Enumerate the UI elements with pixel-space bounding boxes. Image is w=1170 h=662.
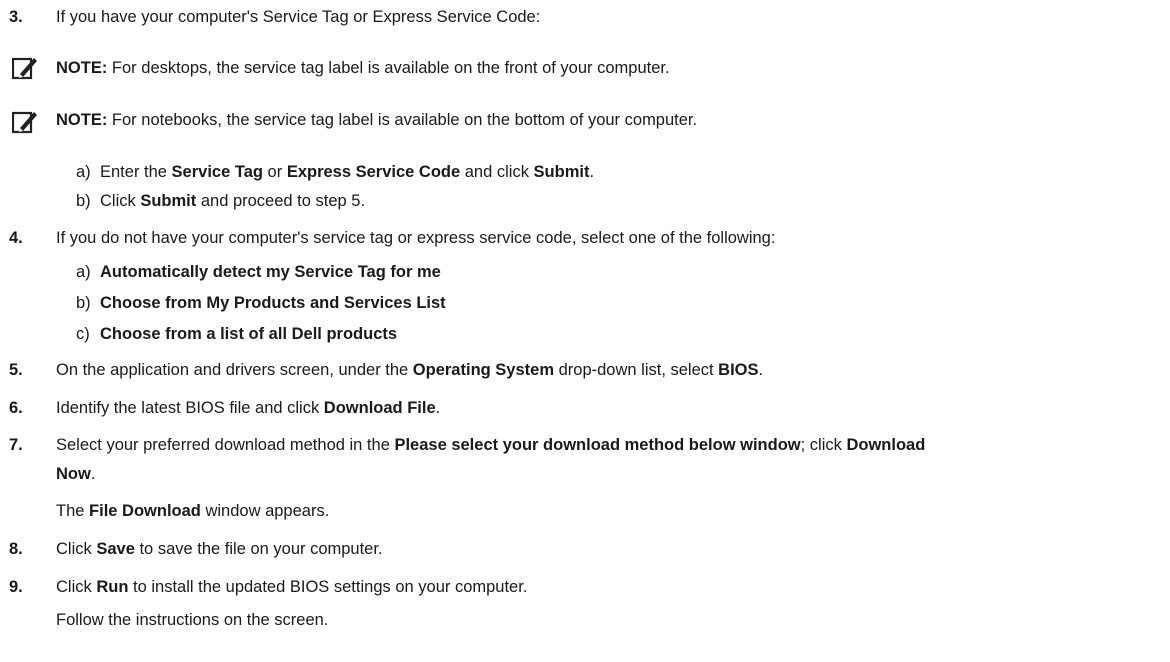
substep-4b: Choose from My Products and Services Lis…	[100, 293, 446, 313]
text: .	[90, 465, 96, 483]
step-number: 5.	[9, 361, 23, 379]
bold-term: Download File	[323, 399, 436, 417]
step-7-result: The File Download window appears.	[56, 501, 329, 521]
bold-term: Save	[96, 540, 135, 558]
text: The	[56, 502, 90, 520]
text: and click	[460, 163, 534, 181]
note-desktops: NOTE: For desktops, the service tag labe…	[56, 58, 670, 78]
note-text: For desktops, the service tag label is a…	[107, 59, 670, 77]
note-notebooks: NOTE: For notebooks, the service tag lab…	[56, 110, 697, 130]
text: Click	[56, 540, 97, 558]
note-label: NOTE:	[56, 111, 108, 129]
step-number: 8.	[9, 540, 23, 558]
bold-term: Service Tag	[171, 163, 263, 181]
bold-term: Run	[96, 578, 129, 596]
text: ; click	[800, 436, 847, 454]
step-number: 7.	[9, 436, 23, 454]
step-number: 4.	[9, 229, 23, 247]
substep-3a: Enter the Service Tag or Express Service…	[100, 162, 594, 182]
bold-term: Download	[846, 436, 926, 454]
step-9-text: Click Run to install the updated BIOS se…	[56, 577, 527, 597]
note-text: For notebooks, the service tag label is …	[107, 111, 698, 129]
step-7-text-cont: Now.	[56, 464, 95, 484]
substep-3b: Click Submit and proceed to step 5.	[100, 191, 365, 211]
bold-term: Choose from My Products and Services Lis…	[100, 294, 446, 312]
note-pencil-icon	[12, 111, 37, 134]
step-number: 6.	[9, 399, 23, 417]
step-5-text: On the application and drivers screen, u…	[56, 360, 763, 380]
bold-term: Now	[56, 465, 91, 483]
step-number: 9.	[9, 578, 23, 596]
bold-term: Express Service Code	[286, 163, 461, 181]
text: to save the file on your computer.	[134, 540, 383, 558]
text: Identify the latest BIOS file and click	[56, 399, 324, 417]
substep-label: a)	[76, 163, 91, 181]
substep-label: b)	[76, 294, 91, 312]
text: and proceed to step 5.	[196, 192, 366, 210]
text: to install the updated BIOS settings on …	[128, 578, 528, 596]
bold-term: BIOS	[718, 361, 759, 379]
text: Enter the	[100, 163, 172, 181]
text: .	[589, 163, 595, 181]
bold-term: File Download	[89, 502, 201, 520]
substep-4c: Choose from a list of all Dell products	[100, 324, 397, 344]
substep-label: b)	[76, 192, 91, 210]
step-4-text: If you do not have your computer's servi…	[56, 229, 776, 247]
text: On the application and drivers screen, u…	[56, 361, 413, 379]
text: Click	[100, 192, 141, 210]
bold-term: Submit	[533, 163, 590, 181]
step-6-text: Identify the latest BIOS file and click …	[56, 398, 440, 418]
text: window appears.	[200, 502, 330, 520]
note-label: NOTE:	[56, 59, 108, 77]
bold-term: Automatically detect my Service Tag for …	[100, 263, 441, 281]
text: Select your preferred download method in…	[56, 436, 395, 454]
step-9-result: Follow the instructions on the screen.	[56, 611, 329, 629]
step-7-text: Select your preferred download method in…	[56, 435, 925, 455]
substep-label: c)	[76, 325, 90, 343]
bold-term: Please select your download method below…	[394, 436, 801, 454]
text: Click	[56, 578, 97, 596]
bold-term: Operating System	[412, 361, 555, 379]
substep-4a: Automatically detect my Service Tag for …	[100, 262, 441, 282]
step-8-text: Click Save to save the file on your comp…	[56, 539, 383, 559]
note-pencil-icon	[12, 57, 37, 80]
bold-term: Submit	[140, 192, 197, 210]
step-3-text: If you have your computer's Service Tag …	[56, 8, 541, 26]
text: drop-down list, select	[554, 361, 719, 379]
text: .	[758, 361, 764, 379]
text: or	[262, 163, 287, 181]
text: .	[435, 399, 441, 417]
step-number: 3.	[9, 8, 23, 26]
bold-term: Choose from a list of all Dell products	[100, 325, 398, 343]
substep-label: a)	[76, 263, 91, 281]
